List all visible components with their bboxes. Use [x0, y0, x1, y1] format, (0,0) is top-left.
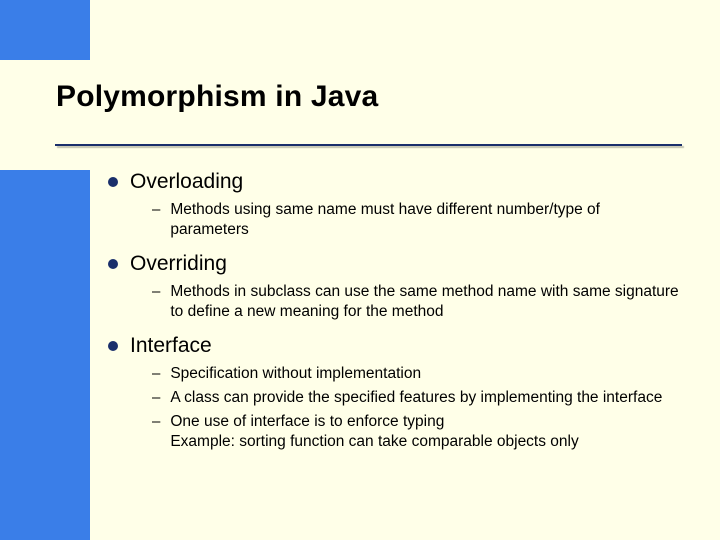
sub-list: – Methods using same name must have diff… [152, 200, 680, 240]
bullet-icon [108, 259, 118, 269]
dash-icon: – [152, 388, 160, 408]
slide-title: Polymorphism in Java [56, 80, 720, 114]
sub-list-item: – Methods in subclass can use the same m… [152, 282, 680, 322]
list-item: Overriding – Methods in subclass can use… [108, 252, 680, 322]
sub-list: – Methods in subclass can use the same m… [152, 282, 680, 322]
list-item-head: Interface [108, 334, 680, 358]
title-bar: Polymorphism in Java [0, 60, 720, 170]
list-item-label: Overriding [130, 252, 227, 276]
sub-list-text: One use of interface is to enforce typin… [170, 412, 578, 452]
slide-content: Overloading – Methods using same name mu… [108, 170, 680, 464]
list-item-head: Overloading [108, 170, 680, 194]
bullet-icon [108, 177, 118, 187]
sub-list-text: Methods using same name must have differ… [170, 200, 680, 240]
dash-icon: – [152, 412, 160, 432]
list-item-label: Interface [130, 334, 212, 358]
sub-list: – Specification without implementation –… [152, 364, 680, 452]
sub-list-item: – One use of interface is to enforce typ… [152, 412, 680, 452]
list-item: Interface – Specification without implem… [108, 334, 680, 452]
title-underline [55, 144, 682, 146]
sub-list-item: – Methods using same name must have diff… [152, 200, 680, 240]
sub-list-text: Methods in subclass can use the same met… [170, 282, 680, 322]
sub-list-item: – A class can provide the specified feat… [152, 388, 680, 408]
sub-list-text: A class can provide the specified featur… [170, 388, 662, 408]
dash-icon: – [152, 364, 160, 384]
bullet-icon [108, 341, 118, 351]
dash-icon: – [152, 200, 160, 220]
sub-list-text: Specification without implementation [170, 364, 421, 384]
dash-icon: – [152, 282, 160, 302]
list-item-head: Overriding [108, 252, 680, 276]
sub-list-item: – Specification without implementation [152, 364, 680, 384]
list-item-label: Overloading [130, 170, 243, 194]
list-item: Overloading – Methods using same name mu… [108, 170, 680, 240]
